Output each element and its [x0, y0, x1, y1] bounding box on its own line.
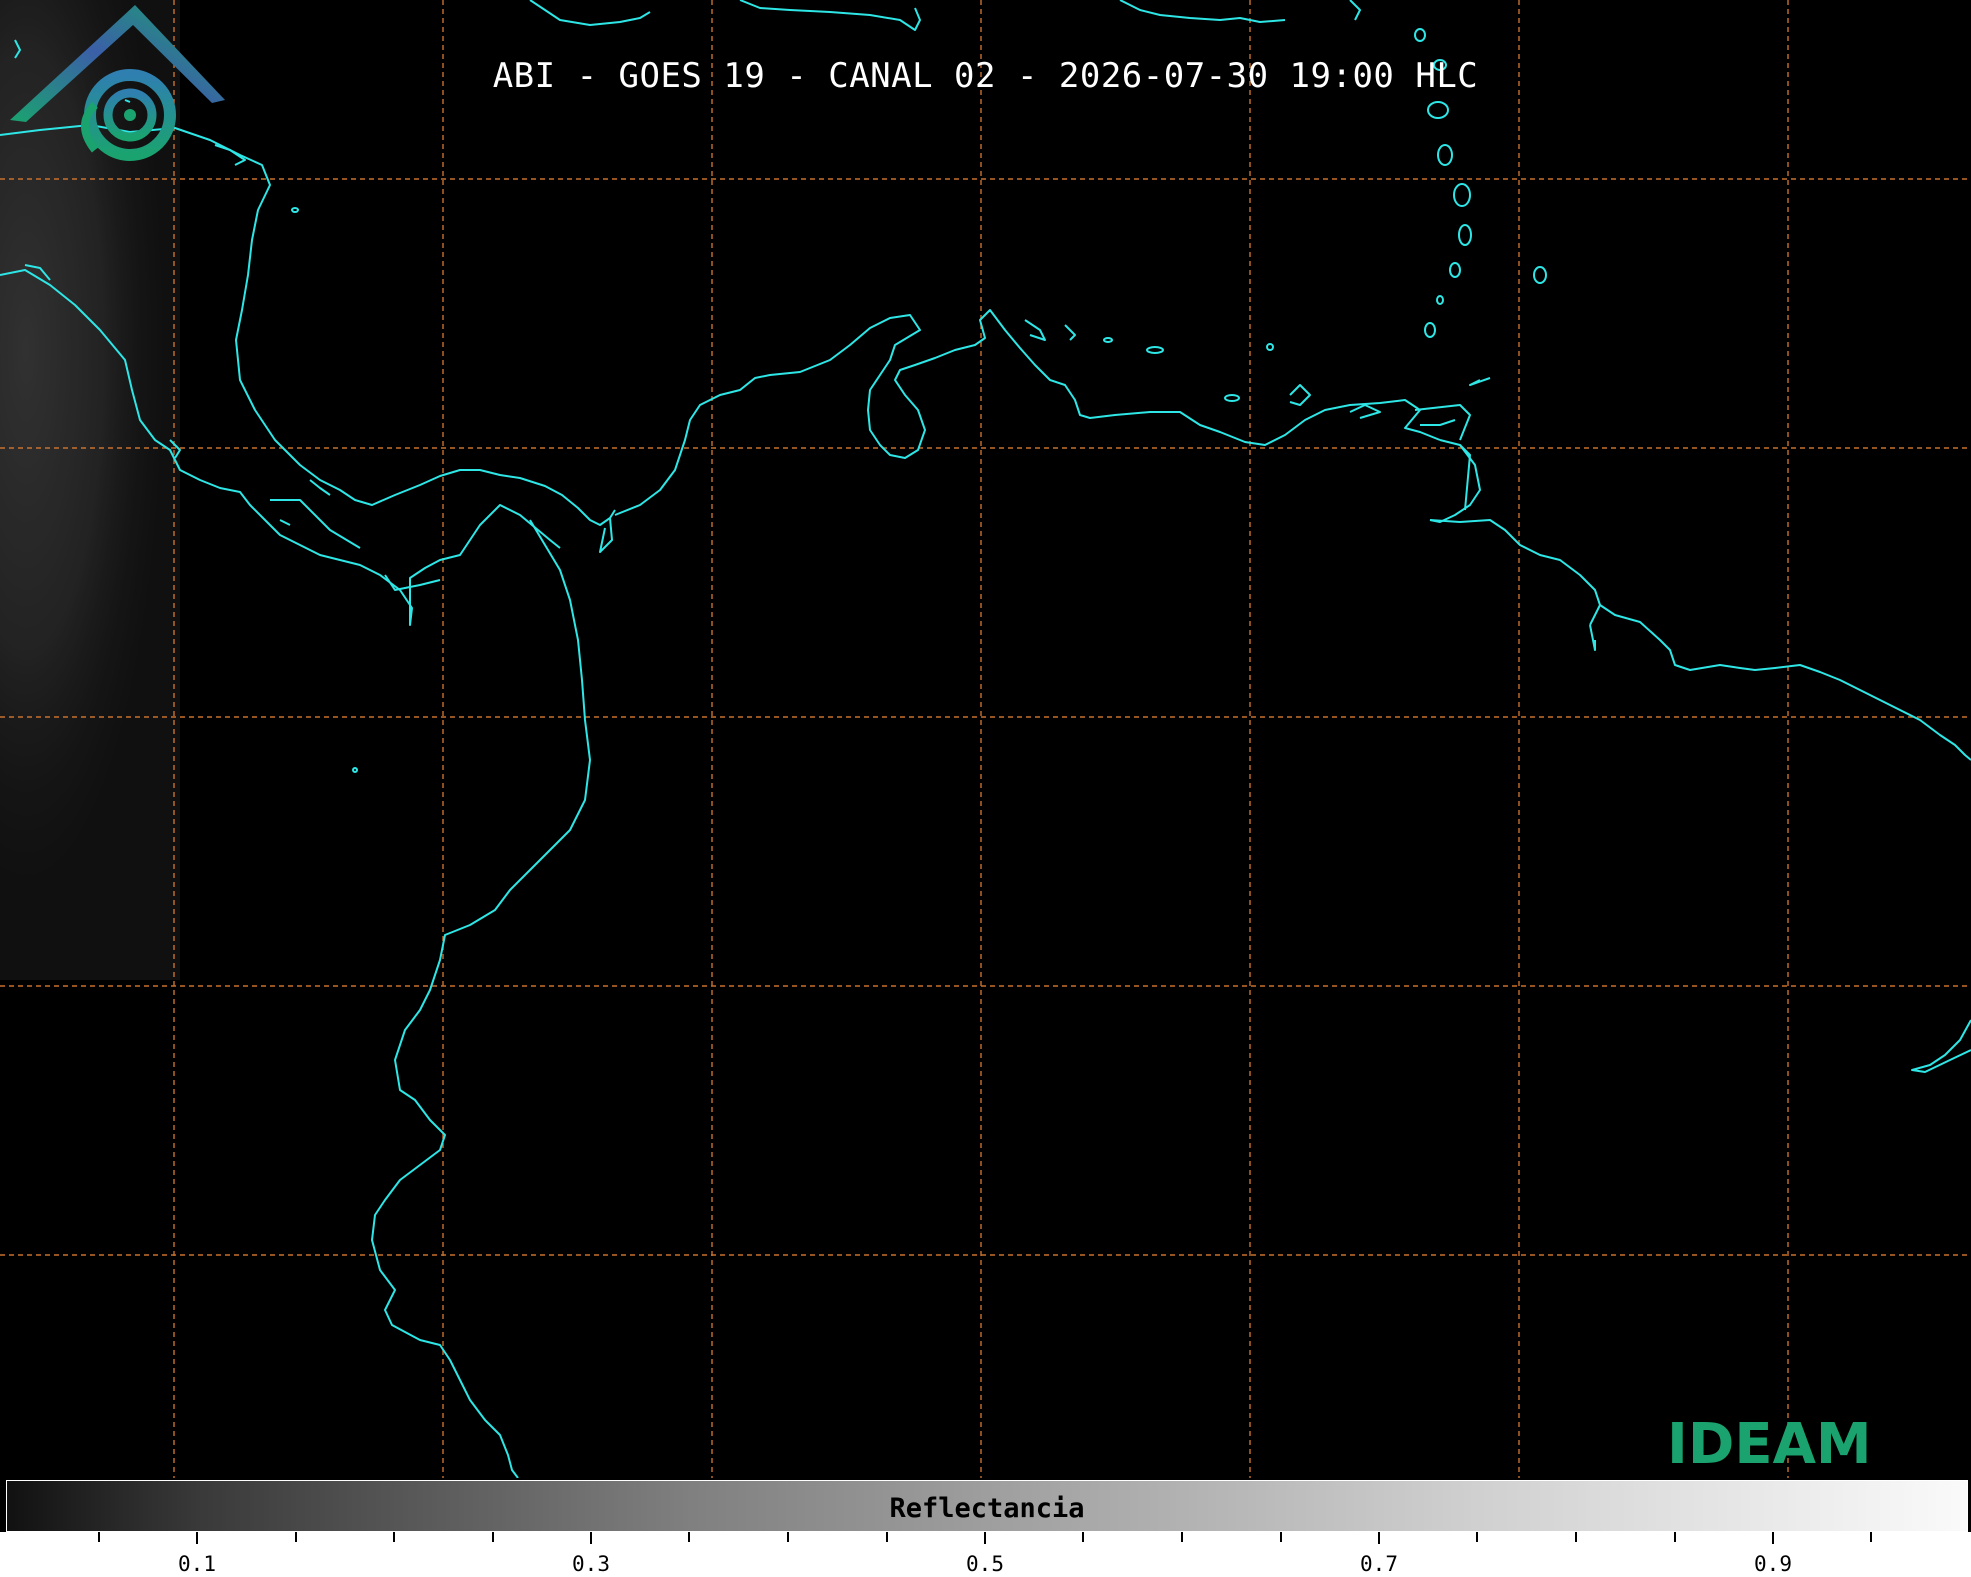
ideam-logo-text: IDEAM — [1667, 1412, 1872, 1477]
ideam-logo-icon — [10, 5, 225, 161]
tick-minor — [787, 1532, 789, 1542]
tick-minor — [1575, 1532, 1577, 1542]
tick-minor — [1870, 1532, 1872, 1542]
tick-major — [590, 1532, 592, 1544]
tick-major — [984, 1532, 986, 1544]
tick-minor — [1476, 1532, 1478, 1542]
graticule — [0, 0, 1971, 1478]
tick-minor — [1181, 1532, 1183, 1542]
colorbar-ticks: 0.1 0.3 0.5 0.7 0.9 — [0, 1532, 1971, 1577]
tick-minor — [98, 1532, 100, 1542]
tick-minor — [1280, 1532, 1282, 1542]
image-title: ABI - GOES 19 - CANAL 02 - 2026-07-30 19… — [492, 56, 1479, 96]
tick-minor — [886, 1532, 888, 1542]
tick-major — [1772, 1532, 1774, 1544]
tick-label: 0.3 — [572, 1552, 610, 1576]
tick-minor — [1674, 1532, 1676, 1542]
tick-minor — [492, 1532, 494, 1542]
tick-major — [196, 1532, 198, 1544]
tick-minor — [1082, 1532, 1084, 1542]
tick-minor — [688, 1532, 690, 1542]
tick-label: 0.1 — [178, 1552, 216, 1576]
tick-minor — [295, 1532, 297, 1542]
satellite-map: ABI - GOES 19 - CANAL 02 - 2026-07-30 19… — [0, 0, 1971, 1478]
colorbar-label: Reflectancia — [889, 1493, 1085, 1524]
colorbar: Reflectancia — [6, 1480, 1968, 1532]
tick-minor — [393, 1532, 395, 1542]
tick-label: 0.5 — [966, 1552, 1004, 1576]
map-layer — [0, 0, 1971, 1478]
tick-label: 0.9 — [1754, 1552, 1792, 1576]
tick-major — [1378, 1532, 1380, 1544]
coastlines — [0, 0, 1971, 1478]
tick-label: 0.7 — [1360, 1552, 1398, 1576]
